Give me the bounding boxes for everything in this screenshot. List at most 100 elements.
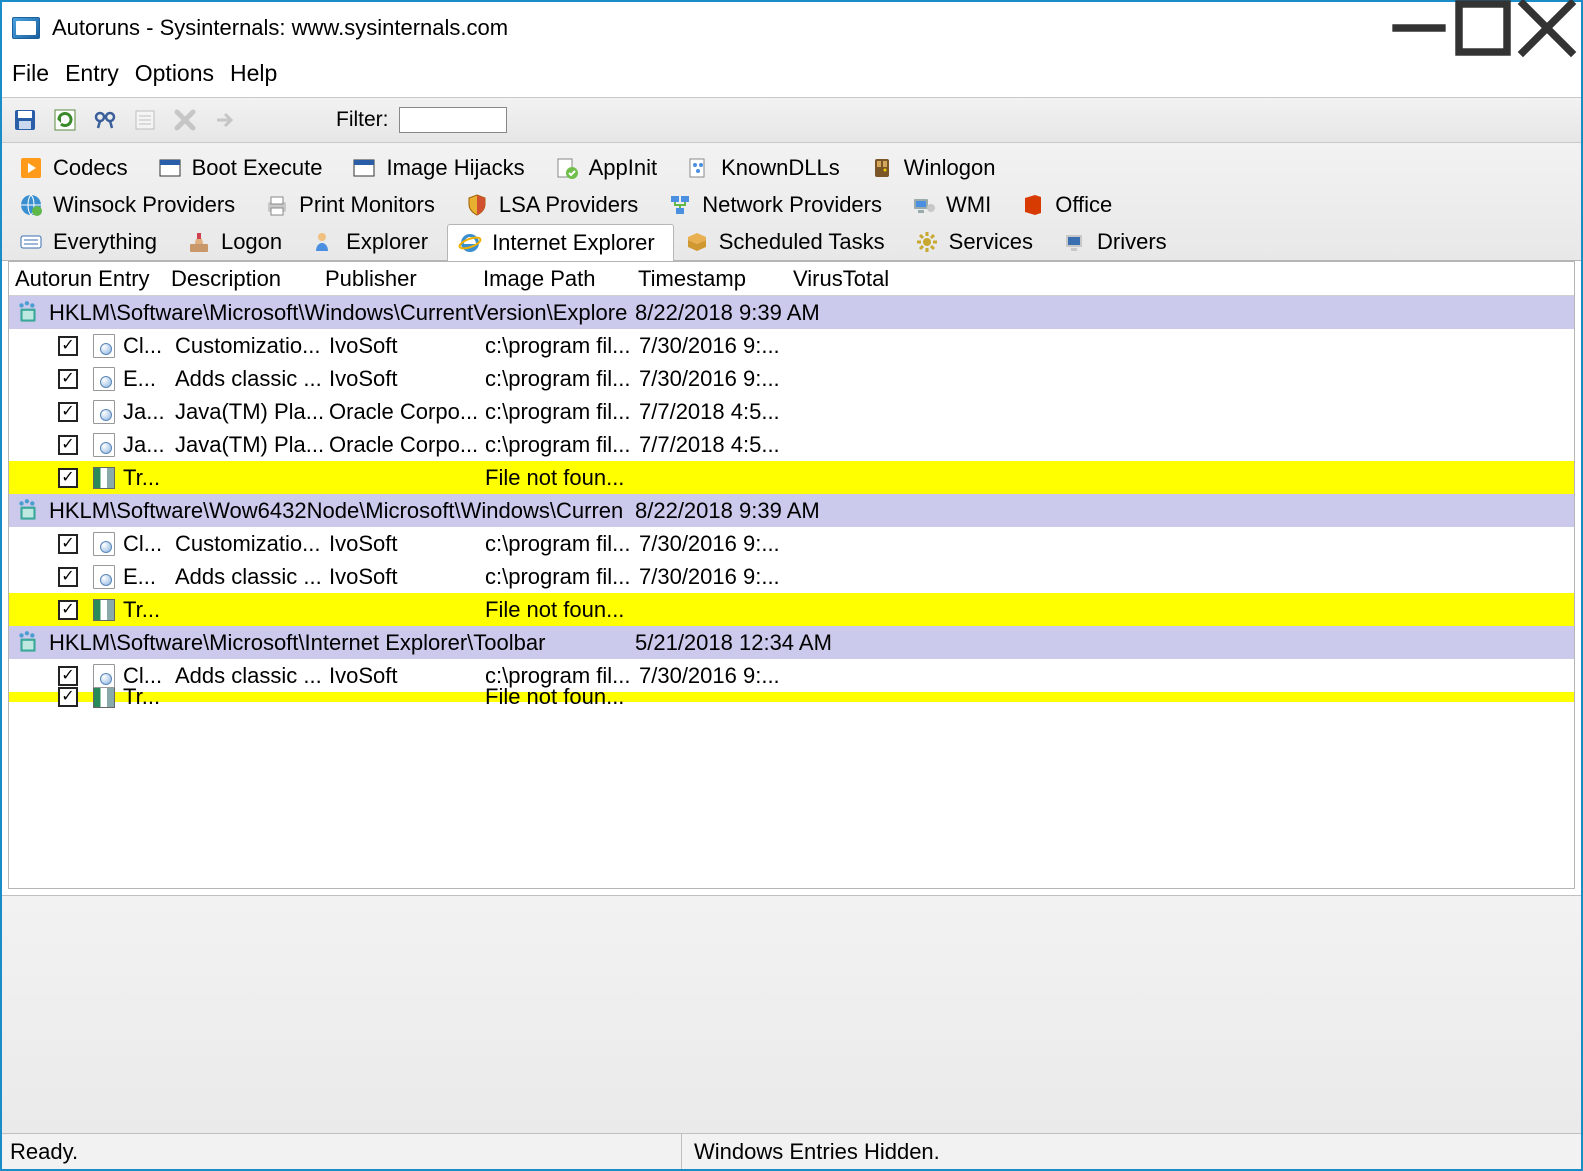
tab-codecs[interactable]: Codecs bbox=[8, 149, 147, 186]
properties-button[interactable] bbox=[130, 105, 160, 135]
tab-services[interactable]: Services bbox=[904, 223, 1052, 260]
autorun-entry-row[interactable]: ✓Cl...Customizatio...IvoSoftc:\program f… bbox=[9, 329, 1574, 362]
scheduled-tasks-icon bbox=[685, 230, 709, 254]
delete-button[interactable] bbox=[170, 105, 200, 135]
autorun-entry-row[interactable]: ✓E...Adds classic ...IvoSoftc:\program f… bbox=[9, 560, 1574, 593]
tab-drivers[interactable]: Drivers bbox=[1052, 223, 1186, 260]
tab-internet-explorer[interactable]: Internet Explorer bbox=[447, 224, 674, 261]
tab-lsa-providers[interactable]: LSA Providers bbox=[454, 186, 657, 223]
col-description[interactable]: Description bbox=[165, 264, 319, 294]
program-icon bbox=[93, 599, 115, 621]
cell-timestamp: 7/30/2016 9:... bbox=[637, 564, 837, 590]
window-controls bbox=[1387, 6, 1579, 50]
tab-wmi[interactable]: WMI bbox=[901, 186, 1010, 223]
col-image-path[interactable]: Image Path bbox=[477, 264, 632, 294]
winlogon-icon bbox=[870, 156, 894, 180]
knowndlls-icon bbox=[687, 156, 711, 180]
dll-file-icon bbox=[93, 400, 115, 424]
tab-label: LSA Providers bbox=[499, 192, 638, 218]
tab-logon[interactable]: Logon bbox=[176, 223, 301, 260]
autorun-entry-row[interactable]: ✓Ja...Java(TM) Pla...Oracle Corpo...c:\p… bbox=[9, 428, 1574, 461]
cell-description: Customizatio... bbox=[173, 333, 327, 359]
jump-button[interactable] bbox=[210, 105, 240, 135]
autorun-entry-row[interactable]: ✓Tr...File not foun... bbox=[9, 593, 1574, 626]
list-body[interactable]: HKLM\Software\Microsoft\Windows\CurrentV… bbox=[9, 296, 1574, 888]
tab-explorer[interactable]: Explorer bbox=[301, 223, 447, 260]
filter-input[interactable] bbox=[399, 107, 507, 133]
menu-entry[interactable]: Entry bbox=[59, 58, 129, 89]
tab-scheduled-tasks[interactable]: Scheduled Tasks bbox=[674, 223, 904, 260]
enable-checkbox[interactable]: ✓ bbox=[49, 336, 87, 356]
close-button[interactable] bbox=[1515, 6, 1579, 50]
enable-checkbox[interactable]: ✓ bbox=[49, 468, 87, 488]
enable-checkbox[interactable]: ✓ bbox=[49, 666, 87, 686]
cell-timestamp: 7/7/2018 4:5... bbox=[637, 432, 837, 458]
cell-entry: Tr... bbox=[121, 465, 173, 491]
tab-boot-execute[interactable]: Boot Execute bbox=[147, 149, 342, 186]
tab-label: KnownDLLs bbox=[721, 155, 840, 181]
col-autorun-entry[interactable]: Autorun Entry bbox=[9, 264, 165, 294]
maximize-button[interactable] bbox=[1451, 6, 1515, 50]
drivers-icon bbox=[1063, 230, 1087, 254]
menu-options[interactable]: Options bbox=[129, 58, 224, 89]
enable-checkbox[interactable]: ✓ bbox=[49, 534, 87, 554]
registry-group-row[interactable]: HKLM\Software\Wow6432Node\Microsoft\Wind… bbox=[9, 494, 1574, 527]
registry-icon bbox=[9, 630, 47, 656]
cell-publisher: IvoSoft bbox=[327, 531, 483, 557]
tab-everything[interactable]: Everything bbox=[8, 223, 176, 260]
group-timestamp: 8/22/2018 9:39 AM bbox=[633, 498, 883, 524]
tab-print-monitors[interactable]: Print Monitors bbox=[254, 186, 454, 223]
cell-entry: Ja... bbox=[121, 432, 173, 458]
cell-description: Java(TM) Pla... bbox=[173, 399, 327, 425]
enable-checkbox[interactable]: ✓ bbox=[49, 567, 87, 587]
tab-label: Logon bbox=[221, 229, 282, 255]
internet-explorer-icon bbox=[458, 231, 482, 255]
tab-knowndlls[interactable]: KnownDLLs bbox=[676, 149, 859, 186]
autorun-entry-row[interactable]: ✓Ja...Java(TM) Pla...Oracle Corpo...c:\p… bbox=[9, 395, 1574, 428]
cell-timestamp: 7/7/2018 4:5... bbox=[637, 399, 837, 425]
menu-file[interactable]: File bbox=[6, 58, 59, 89]
tab-office[interactable]: Office bbox=[1010, 186, 1131, 223]
winsock-icon bbox=[19, 193, 43, 217]
autorun-entry-row[interactable]: ✓Cl...Customizatio...IvoSoftc:\program f… bbox=[9, 527, 1574, 560]
tab-label: Codecs bbox=[53, 155, 128, 181]
col-timestamp[interactable]: Timestamp bbox=[632, 264, 787, 294]
toolbar: Filter: bbox=[2, 97, 1581, 143]
refresh-button[interactable] bbox=[50, 105, 80, 135]
enable-checkbox[interactable]: ✓ bbox=[49, 402, 87, 422]
save-button[interactable] bbox=[10, 105, 40, 135]
registry-group-row[interactable]: HKLM\Software\Microsoft\Internet Explore… bbox=[9, 626, 1574, 659]
statusbar: Ready. Windows Entries Hidden. bbox=[2, 1133, 1581, 1169]
registry-icon bbox=[9, 498, 47, 524]
menu-help[interactable]: Help bbox=[224, 58, 287, 89]
find-button[interactable] bbox=[90, 105, 120, 135]
tab-image-hijacks[interactable]: Image Hijacks bbox=[341, 149, 543, 186]
cell-image-path: c:\program fil... bbox=[483, 399, 637, 425]
enable-checkbox[interactable]: ✓ bbox=[49, 369, 87, 389]
cell-publisher: IvoSoft bbox=[327, 366, 483, 392]
tab-winlogon[interactable]: Winlogon bbox=[859, 149, 1015, 186]
cell-image-path: c:\program fil... bbox=[483, 366, 637, 392]
minimize-button[interactable] bbox=[1387, 6, 1451, 50]
tab-winsock[interactable]: Winsock Providers bbox=[8, 186, 254, 223]
col-virustotal[interactable]: VirusTotal bbox=[787, 264, 942, 294]
tab-label: Everything bbox=[53, 229, 157, 255]
autorun-entry-row[interactable]: ✓Tr...File not foun... bbox=[9, 461, 1574, 494]
cell-publisher: Oracle Corpo... bbox=[327, 432, 483, 458]
cell-image-path: c:\program fil... bbox=[483, 564, 637, 590]
autorun-entry-row[interactable]: ✓Tr...File not foun... bbox=[9, 692, 1574, 702]
image-hijacks-icon bbox=[352, 156, 376, 180]
tab-network-providers[interactable]: Network Providers bbox=[657, 186, 901, 223]
autorun-entry-row[interactable]: ✓E...Adds classic ...IvoSoftc:\program f… bbox=[9, 362, 1574, 395]
enable-checkbox[interactable]: ✓ bbox=[49, 600, 87, 620]
enable-checkbox[interactable]: ✓ bbox=[49, 687, 87, 707]
col-publisher[interactable]: Publisher bbox=[319, 264, 477, 294]
tab-label: AppInit bbox=[589, 155, 658, 181]
cell-entry: Cl... bbox=[121, 531, 173, 557]
boot-execute-icon bbox=[158, 156, 182, 180]
cell-timestamp: 7/30/2016 9:... bbox=[637, 333, 837, 359]
autorun-entry-row[interactable]: ✓Cl...Adds classic ...IvoSoftc:\program … bbox=[9, 659, 1574, 692]
registry-group-row[interactable]: HKLM\Software\Microsoft\Windows\CurrentV… bbox=[9, 296, 1574, 329]
tab-appinit[interactable]: AppInit bbox=[544, 149, 677, 186]
enable-checkbox[interactable]: ✓ bbox=[49, 435, 87, 455]
